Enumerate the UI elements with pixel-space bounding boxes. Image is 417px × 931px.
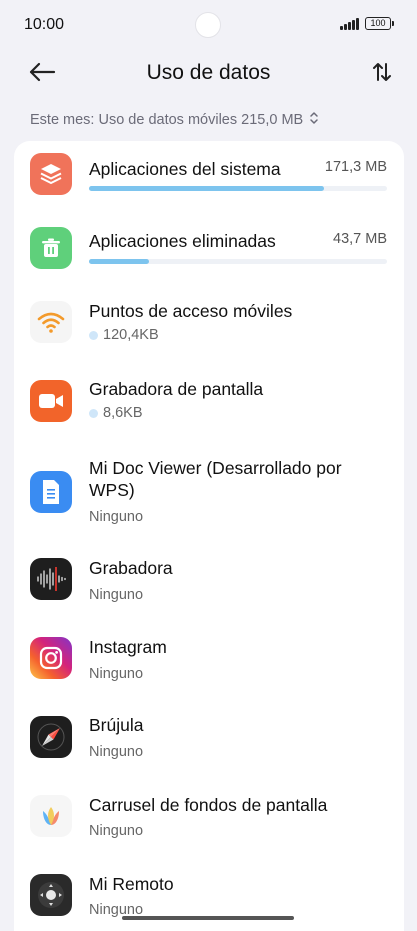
app-name: Puntos de acceso móviles: [89, 301, 293, 321]
document-icon: [30, 471, 72, 513]
usage-summary-selector[interactable]: Este mes: Uso de datos móviles 215,0 MB: [30, 111, 319, 129]
list-item[interactable]: Grabadora de pantalla 8,6KB: [14, 363, 404, 441]
app-data-value: Ninguno: [89, 823, 144, 839]
trash-icon: [30, 227, 72, 269]
app-data-usage: 8,6KB: [89, 405, 143, 421]
app-name: Grabadora de pantalla: [89, 379, 264, 399]
remote-icon: [30, 874, 72, 916]
usage-summary-text: Este mes: Uso de datos móviles 215,0 MB: [30, 112, 304, 128]
usage-bar-fill: [89, 259, 149, 264]
app-data-value: 8,6KB: [103, 405, 143, 421]
app-data-size: 171,3 MB: [324, 159, 387, 175]
list-item[interactable]: Carrusel de fondos de pantalla Ninguno: [14, 778, 404, 857]
app-data-size: 43,7 MB: [333, 231, 387, 247]
list-item[interactable]: Aplicaciones eliminadas 43,7 MB: [14, 213, 404, 285]
chevron-updown-icon: [309, 111, 319, 129]
layers-icon: [30, 153, 72, 195]
list-item[interactable]: Aplicaciones del sistema 171,3 MB: [14, 141, 404, 213]
sound-wave-icon: [30, 558, 72, 600]
list-item[interactable]: Mi Doc Viewer (Desarrollado por WPS) Nin…: [14, 441, 404, 541]
compass-icon: [30, 716, 72, 758]
list-item[interactable]: Puntos de acceso móviles 120,4KB: [14, 285, 404, 363]
list-item[interactable]: Instagram Ninguno: [14, 621, 404, 699]
app-name: Mi Remoto: [89, 874, 174, 894]
instagram-icon: [30, 637, 72, 679]
status-time: 10:00: [24, 16, 65, 33]
page-title: Uso de datos: [146, 61, 271, 84]
list-item[interactable]: Grabadora Ninguno: [14, 541, 404, 621]
app-data-value: Ninguno: [89, 666, 144, 682]
app-data-value: Ninguno: [89, 744, 144, 760]
app-data-value: Ninguno: [89, 587, 144, 603]
list-item[interactable]: Brújula Ninguno: [14, 699, 404, 778]
usage-bar: [89, 186, 387, 191]
app-name: Grabadora: [89, 558, 173, 578]
home-indicator[interactable]: [122, 916, 294, 920]
usage-bar-fill: [89, 186, 325, 191]
flower-icon: [30, 795, 72, 837]
app-name: Instagram: [89, 637, 167, 657]
sort-icon[interactable]: [372, 60, 392, 84]
top-bar: Uso de datos: [0, 50, 417, 98]
status-bar: 10:00 100: [0, 0, 417, 50]
app-data-value: Ninguno: [89, 509, 144, 525]
app-data-value: 120,4KB: [103, 327, 159, 343]
usage-dot: [89, 330, 98, 340]
app-name: Brújula: [89, 715, 144, 735]
app-name: Carrusel de fondos de pantalla: [89, 795, 328, 815]
app-data-usage: 120,4KB: [89, 327, 159, 343]
video-camera-icon: [30, 380, 72, 422]
app-list: Aplicaciones del sistema 171,3 MB Aplica…: [14, 141, 404, 931]
signal-icon: [340, 18, 360, 30]
usage-bar: [89, 259, 387, 264]
battery-icon: 100: [365, 17, 394, 30]
usage-dot: [89, 408, 98, 418]
camera-cutout: [195, 12, 221, 38]
app-name: Mi Doc Viewer (Desarrollado por WPS): [89, 458, 342, 500]
wifi-icon: [30, 301, 72, 343]
